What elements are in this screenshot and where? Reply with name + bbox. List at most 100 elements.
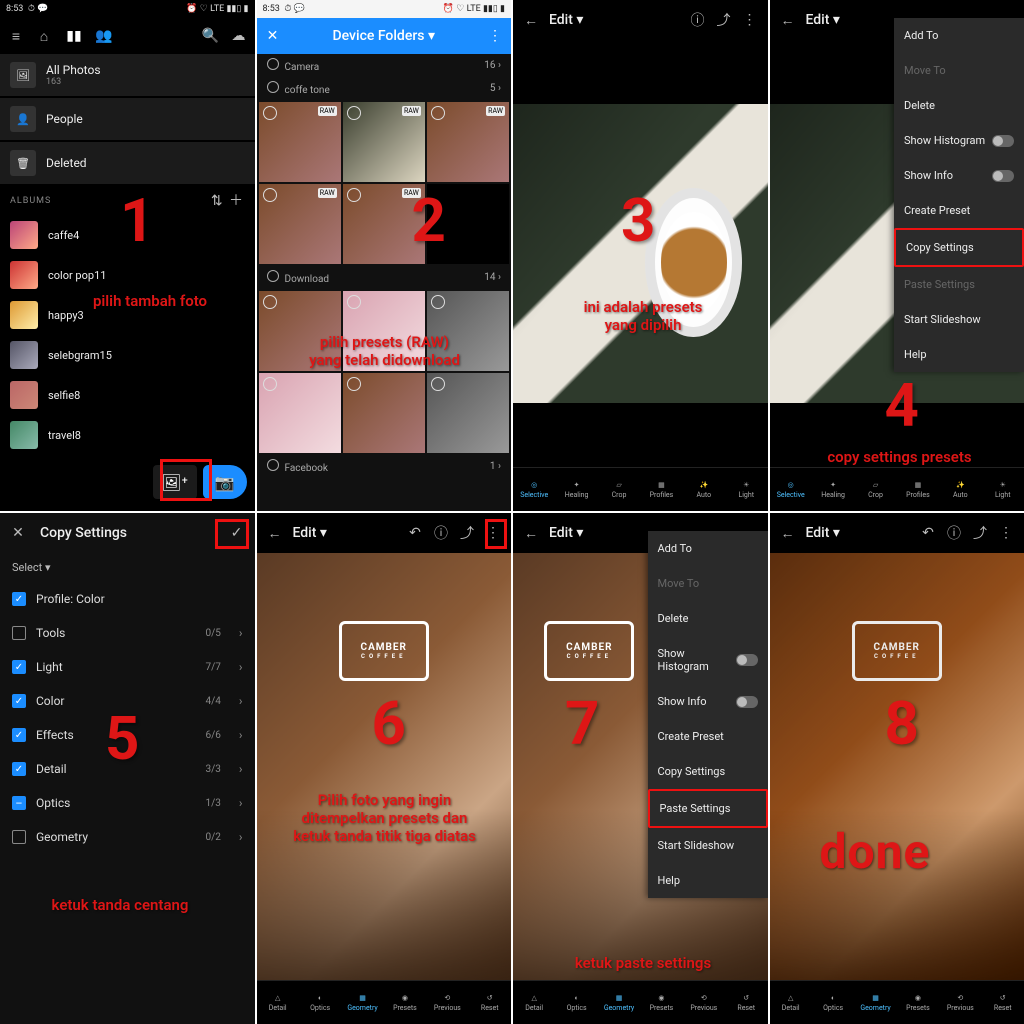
photo-thumb[interactable] <box>343 291 425 371</box>
share-icon[interactable]: ⤴ <box>716 12 732 28</box>
menu-start-slideshow[interactable]: Start Slideshow <box>648 828 768 863</box>
tool-crop[interactable]: ▱Crop <box>859 481 893 499</box>
tool-light[interactable]: ☀Light <box>986 481 1020 499</box>
setting-row[interactable]: ✓Light7/7› <box>0 650 255 684</box>
tool-light[interactable]: ☀Light <box>729 481 763 499</box>
tool-geometry[interactable]: ▦Geometry <box>602 994 636 1012</box>
tool-auto[interactable]: ✨Auto <box>943 481 977 499</box>
tool-healing[interactable]: ✦Healing <box>816 481 850 499</box>
more-icon[interactable]: ⋮ <box>998 525 1014 541</box>
add-album-icon[interactable]: ＋ <box>229 192 245 208</box>
share-icon[interactable]: ⤴ <box>972 525 988 541</box>
edit-canvas[interactable]: CAMBERCOFFEE <box>257 553 512 980</box>
tool-detail[interactable]: △Detail <box>261 994 295 1012</box>
folder-header[interactable]: Camera16 › <box>257 54 512 77</box>
more-icon[interactable]: ⋮ <box>487 28 503 44</box>
folder-header[interactable]: Download14 › <box>257 266 512 289</box>
photo-thumb[interactable] <box>259 373 341 453</box>
photo-thumb[interactable]: RAW <box>343 184 425 264</box>
tool-optics[interactable]: ◐Optics <box>303 994 337 1012</box>
setting-row[interactable]: ✓Profile: Color <box>0 582 255 616</box>
toggle-icon[interactable] <box>992 170 1014 182</box>
more-icon[interactable]: ⋮ <box>742 12 758 28</box>
menu-help[interactable]: Help <box>648 863 768 898</box>
tool-geometry[interactable]: ▦Geometry <box>346 994 380 1012</box>
tool-detail[interactable]: △Detail <box>774 994 808 1012</box>
album-row[interactable]: color pop11 <box>0 255 255 295</box>
album-row[interactable]: caffe4 <box>0 215 255 255</box>
back-icon[interactable]: ← <box>780 12 796 28</box>
deleted-row[interactable]: 🗑 Deleted <box>0 142 255 184</box>
menu-create-preset[interactable]: Create Preset <box>648 719 768 754</box>
tool-optics[interactable]: ◐Optics <box>816 994 850 1012</box>
info-icon[interactable]: ⓘ <box>433 525 449 541</box>
tool-previous[interactable]: ⟲Previous <box>430 994 464 1012</box>
album-row[interactable]: happy3 <box>0 295 255 335</box>
menu-start-slideshow[interactable]: Start Slideshow <box>894 302 1024 337</box>
menu-copy-settings[interactable]: Copy Settings <box>648 754 768 789</box>
menu-copy-settings[interactable]: Copy Settings <box>894 228 1024 267</box>
tool-crop[interactable]: ▱Crop <box>602 481 636 499</box>
menu-delete[interactable]: Delete <box>648 601 768 636</box>
menu-show-histogram[interactable]: Show Histogram <box>648 636 768 684</box>
back-icon[interactable]: ← <box>523 12 539 28</box>
tool-presets[interactable]: ◉Presets <box>644 994 678 1012</box>
tool-selective[interactable]: ◎Selective <box>774 481 808 499</box>
undo-icon[interactable]: ↶ <box>920 525 936 541</box>
photo-thumb[interactable]: RAW <box>259 184 341 264</box>
photo-thumb[interactable]: RAW <box>343 102 425 182</box>
photo-thumb[interactable] <box>427 184 509 264</box>
photo-thumb[interactable] <box>427 373 509 453</box>
undo-icon[interactable]: ↶ <box>407 525 423 541</box>
edit-canvas[interactable]: CAMBERCOFFEE <box>770 553 1024 980</box>
tool-presets[interactable]: ◉Presets <box>388 994 422 1012</box>
back-icon[interactable]: ← <box>523 525 539 541</box>
setting-row[interactable]: ✓Detail3/3› <box>0 752 255 786</box>
tool-previous[interactable]: ⟲Previous <box>943 994 977 1012</box>
tool-geometry[interactable]: ▦Geometry <box>859 994 893 1012</box>
back-icon[interactable]: ← <box>267 525 283 541</box>
search-icon[interactable]: 🔍 <box>203 28 219 44</box>
menu-add-to[interactable]: Add To <box>894 18 1024 53</box>
menu-show-info[interactable]: Show Info <box>648 684 768 719</box>
close-icon[interactable]: ✕ <box>265 28 281 44</box>
photo-thumb[interactable] <box>259 291 341 371</box>
tool-detail[interactable]: △Detail <box>517 994 551 1012</box>
setting-row[interactable]: Optics1/3› <box>0 786 255 820</box>
home-icon[interactable]: ⌂ <box>36 28 52 44</box>
tool-auto[interactable]: ✨Auto <box>687 481 721 499</box>
tool-presets[interactable]: ◉Presets <box>901 994 935 1012</box>
tool-reset[interactable]: ↺Reset <box>473 994 507 1012</box>
photo-thumb[interactable]: RAW <box>427 102 509 182</box>
library-icon[interactable]: ▮▮ <box>66 28 82 44</box>
folder-header[interactable]: Facebook1 › <box>257 455 512 478</box>
menu-show-info[interactable]: Show Info <box>894 158 1024 193</box>
back-icon[interactable]: ← <box>780 525 796 541</box>
tool-profiles[interactable]: ▦Profiles <box>901 481 935 499</box>
sort-icon[interactable]: ⇅ <box>209 193 225 209</box>
menu-paste-settings[interactable]: Paste Settings <box>648 789 768 828</box>
tool-reset[interactable]: ↺Reset <box>729 994 763 1012</box>
tool-profiles[interactable]: ▦Profiles <box>644 481 678 499</box>
cloud-icon[interactable]: ☁ <box>231 28 247 44</box>
edit-canvas[interactable] <box>513 40 768 467</box>
share-icon[interactable]: ⤴ <box>459 525 475 541</box>
tool-healing[interactable]: ✦Healing <box>560 481 594 499</box>
photo-thumb[interactable] <box>343 373 425 453</box>
menu-delete[interactable]: Delete <box>894 88 1024 123</box>
menu-help[interactable]: Help <box>894 337 1024 372</box>
tool-reset[interactable]: ↺Reset <box>986 994 1020 1012</box>
menu-icon[interactable]: ≡ <box>8 28 24 44</box>
close-icon[interactable]: ✕ <box>10 525 26 541</box>
album-row[interactable]: selfie8 <box>0 375 255 415</box>
setting-row[interactable]: ✓Effects6/6› <box>0 718 255 752</box>
tool-optics[interactable]: ◐Optics <box>560 994 594 1012</box>
menu-add-to[interactable]: Add To <box>648 531 768 566</box>
setting-row[interactable]: Tools0/5› <box>0 616 255 650</box>
album-row[interactable]: selebgram15 <box>0 335 255 375</box>
all-photos-row[interactable]: 🖼 All Photos163 <box>0 54 255 96</box>
album-row[interactable]: travel8 <box>0 415 255 455</box>
shared-icon[interactable]: 👥 <box>96 28 112 44</box>
setting-row[interactable]: ✓Color4/4› <box>0 684 255 718</box>
photo-thumb[interactable] <box>427 291 509 371</box>
